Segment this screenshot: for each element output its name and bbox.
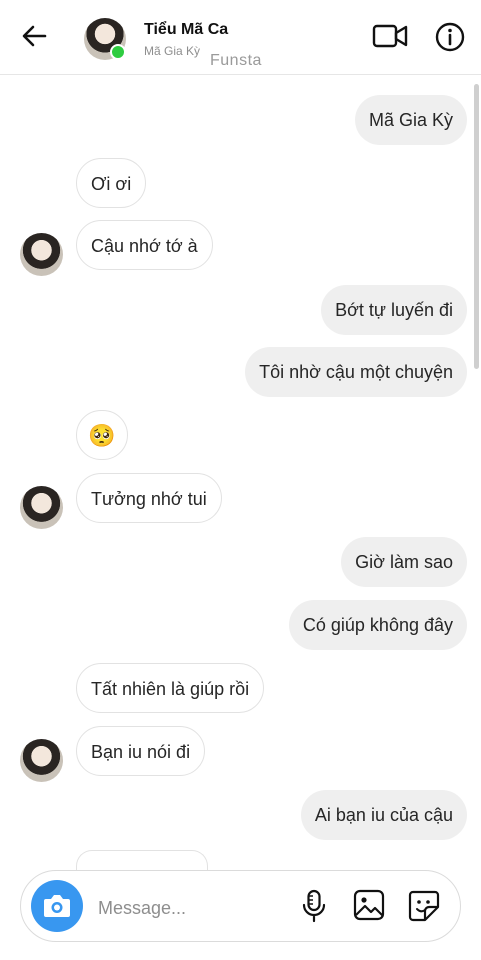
contact-name[interactable]: Tiểu Mã Ca (144, 21, 228, 39)
microphone-icon[interactable] (300, 889, 328, 923)
gallery-icon[interactable] (353, 889, 385, 921)
message-bubble-outgoing[interactable]: Có giúp không đây (288, 600, 467, 650)
message-bubble-incoming[interactable]: Cậu nhớ tớ à (76, 220, 213, 270)
chat-header: Tiểu Mã Ca Mã Gia Kỳ Funsta (0, 0, 481, 75)
message-bubble-outgoing[interactable]: Bớt tự luyến đi (321, 285, 467, 335)
sender-avatar[interactable] (20, 739, 63, 782)
back-arrow-icon[interactable] (20, 22, 48, 50)
message-bubble-incoming[interactable]: Tưởng nhớ tui (76, 473, 222, 523)
emoji-message-bubble[interactable]: 🥺 (76, 410, 128, 460)
message-bubble-incoming[interactable]: Bạn iu nói đi (76, 726, 206, 776)
message-bubble-outgoing[interactable]: Tôi nhờ cậu một chuyện (245, 347, 467, 397)
message-bubble-outgoing[interactable]: Ai bạn iu của cậu (300, 790, 467, 840)
message-input[interactable] (96, 890, 290, 926)
sticker-icon[interactable] (407, 889, 441, 923)
online-status-dot (110, 44, 126, 60)
info-icon[interactable] (434, 21, 466, 53)
video-call-icon[interactable] (372, 22, 408, 50)
sender-avatar[interactable] (20, 233, 63, 276)
camera-icon (44, 895, 70, 917)
message-bubble-incoming[interactable]: Ơi ơi (76, 158, 147, 208)
message-bubble-outgoing[interactable]: Giờ làm sao (341, 537, 467, 587)
scrollbar[interactable] (474, 84, 479, 369)
watermark-text: Funsta (210, 52, 262, 69)
camera-button[interactable] (31, 880, 83, 932)
message-bubble-outgoing[interactable]: Mã Gia Kỳ (354, 95, 467, 145)
message-bubble-incoming[interactable]: Tất nhiên là giúp rồi (76, 663, 265, 713)
contact-username: Mã Gia Kỳ (144, 44, 201, 58)
sender-avatar[interactable] (20, 486, 63, 529)
